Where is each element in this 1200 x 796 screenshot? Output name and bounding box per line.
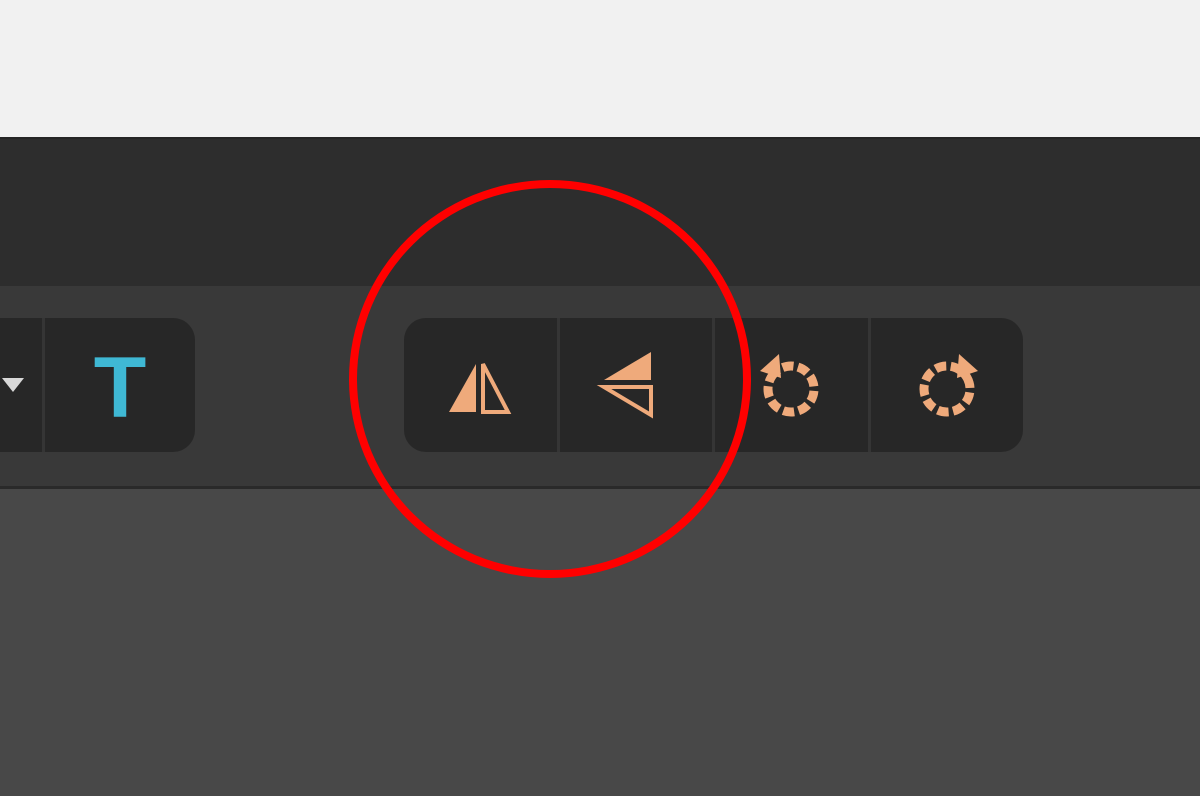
app-window: T bbox=[0, 0, 1200, 796]
flip-horizontal-icon bbox=[449, 363, 512, 414]
text-tool-button[interactable]: T bbox=[42, 318, 195, 452]
tool-group: T bbox=[0, 318, 195, 452]
canvas-area[interactable] bbox=[0, 489, 1200, 796]
rotate-counterclockwise-icon bbox=[760, 354, 819, 417]
chevron-down-icon bbox=[2, 378, 24, 392]
desktop-background bbox=[0, 0, 1200, 137]
transform-group bbox=[404, 318, 1023, 452]
rotate-right-button[interactable] bbox=[867, 318, 1024, 452]
title-bar bbox=[0, 137, 1200, 286]
flip-vertical-icon bbox=[596, 352, 653, 419]
tool-dropdown-button[interactable] bbox=[0, 318, 42, 452]
flip-horizontal-button[interactable] bbox=[404, 318, 557, 452]
text-tool-icon: T bbox=[93, 340, 147, 436]
rotate-left-button[interactable] bbox=[712, 318, 868, 452]
rotate-clockwise-icon bbox=[919, 354, 978, 417]
flip-vertical-button[interactable] bbox=[556, 318, 713, 452]
